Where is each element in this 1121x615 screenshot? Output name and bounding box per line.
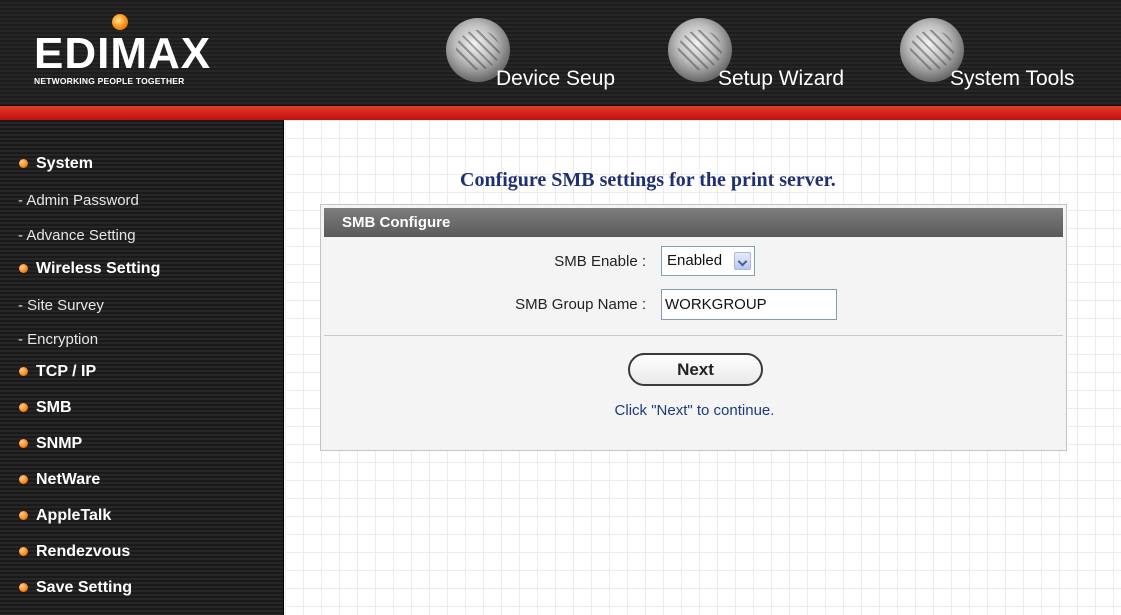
sidebar: System - Admin Password - Advance Settin…	[0, 120, 284, 615]
sidebar-item-label: System	[36, 155, 93, 172]
edimax-logo[interactable]: EDIMAX NETWORKING PEOPLE TOGETHER	[34, 8, 260, 88]
chevron-down-icon[interactable]	[734, 252, 751, 270]
header-accent-bar	[0, 106, 1121, 120]
sidebar-item-label: - Encryption	[18, 331, 99, 348]
smb-enable-value: Enabled	[667, 252, 723, 269]
logo-dot-icon	[112, 14, 128, 30]
sidebar-item-label: - Advance Setting	[18, 227, 136, 244]
sidebar-item-advance-setting[interactable]: - Advance Setting	[0, 221, 284, 251]
bullet-icon	[19, 583, 28, 592]
bullet-icon	[19, 439, 28, 448]
sidebar-item-snmp[interactable]: SNMP	[0, 429, 284, 459]
logo-tagline: NETWORKING PEOPLE TOGETHER	[34, 76, 185, 86]
content-area: Configure SMB settings for the print ser…	[285, 120, 1121, 615]
panel-header-label: SMB Configure	[342, 214, 451, 231]
bullet-icon	[19, 264, 28, 273]
panel-divider	[324, 335, 1063, 336]
sidebar-item-site-survey[interactable]: - Site Survey	[0, 291, 284, 321]
nav-system-tools-label: System Tools	[950, 67, 1075, 90]
bullet-icon	[19, 511, 28, 520]
sidebar-item-label: - Admin Password	[18, 192, 139, 209]
sidebar-item-label: SNMP	[36, 435, 83, 452]
smb-group-name-input[interactable]	[661, 289, 837, 320]
smb-configure-panel: SMB Configure SMB Enable : Enabled SMB G…	[320, 204, 1067, 451]
sidebar-item-label: Rendezvous	[36, 543, 131, 560]
bullet-icon	[19, 547, 28, 556]
sidebar-item-appletalk[interactable]: AppleTalk	[0, 501, 284, 531]
logo-wordmark: EDIMAX	[34, 29, 212, 78]
sidebar-item-label: TCP / IP	[36, 363, 97, 380]
bullet-icon	[19, 403, 28, 412]
page-title: Configure SMB settings for the print ser…	[460, 169, 836, 191]
sidebar-item-wireless-setting[interactable]: Wireless Setting	[0, 254, 284, 284]
nav-device-setup-label: Device Seup	[496, 67, 616, 90]
sidebar-item-label: Wireless Setting	[36, 260, 161, 277]
sidebar-item-label: Save Setting	[36, 579, 133, 596]
nav-setup-wizard-label: Setup Wizard	[718, 67, 845, 90]
sidebar-item-netware[interactable]: NetWare	[0, 465, 284, 495]
sidebar-item-label: NetWare	[36, 471, 101, 488]
sidebar-item-label: AppleTalk	[36, 507, 112, 524]
sidebar-item-save-setting[interactable]: Save Setting	[0, 573, 284, 603]
smb-enable-label: SMB Enable :	[554, 253, 646, 270]
bullet-icon	[19, 159, 28, 168]
next-button[interactable]: Next	[628, 353, 763, 386]
sidebar-item-smb[interactable]: SMB	[0, 393, 284, 423]
smb-enable-select[interactable]: Enabled	[661, 246, 755, 276]
bullet-icon	[19, 475, 28, 484]
continue-hint: Click "Next" to continue.	[614, 402, 775, 419]
sidebar-item-rendezvous[interactable]: Rendezvous	[0, 537, 284, 567]
panel-header: SMB Configure	[324, 208, 1063, 237]
sidebar-item-system[interactable]: System	[0, 149, 284, 179]
sidebar-item-admin-password[interactable]: - Admin Password	[0, 186, 284, 216]
smb-group-name-label: SMB Group Name :	[515, 296, 646, 313]
sidebar-item-label: - Site Survey	[18, 297, 104, 314]
bullet-icon	[19, 367, 28, 376]
sidebar-item-tcp-ip[interactable]: TCP / IP	[0, 357, 284, 387]
sidebar-item-label: SMB	[36, 399, 72, 416]
sidebar-item-encryption[interactable]: - Encryption	[0, 325, 284, 355]
header-bar: EDIMAX NETWORKING PEOPLE TOGETHER Device…	[0, 0, 1121, 106]
